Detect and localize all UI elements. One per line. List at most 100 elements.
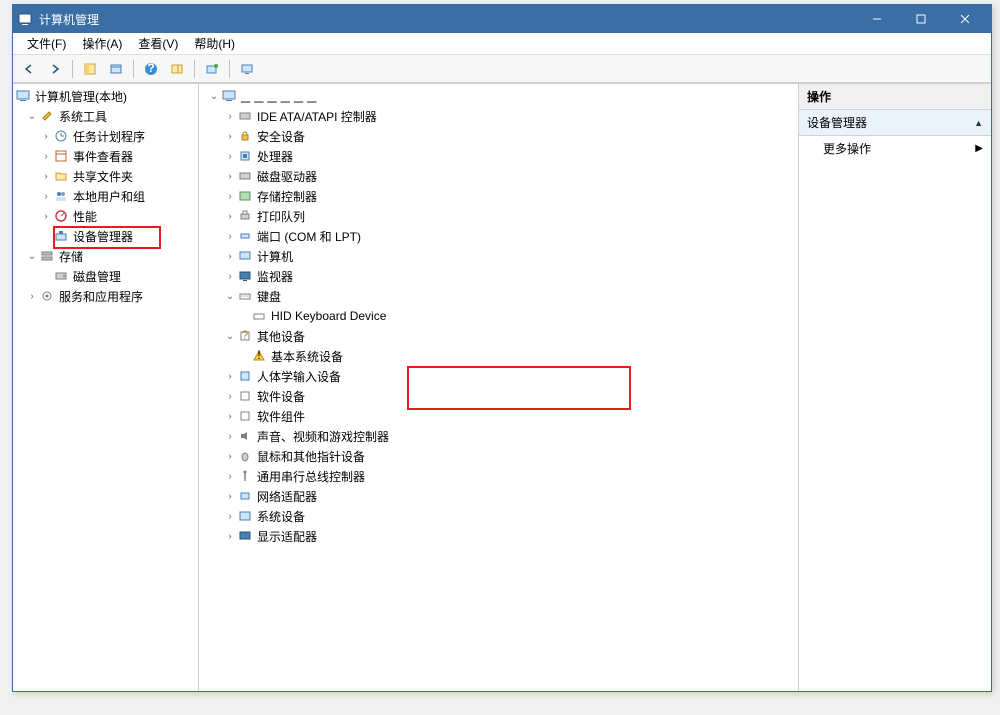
- tools-icon: [39, 108, 55, 124]
- keyboard-icon: [237, 288, 253, 304]
- tree-task-scheduler[interactable]: › 任务计划程序: [13, 126, 198, 146]
- chevron-right-icon[interactable]: ›: [223, 191, 237, 202]
- show-hide-tree-button[interactable]: [78, 58, 102, 80]
- tree-performance[interactable]: › 性能: [13, 206, 198, 226]
- dev-security[interactable]: ›安全设备: [199, 126, 798, 146]
- tree-device-manager[interactable]: · 设备管理器: [13, 226, 198, 246]
- tree-event-viewer[interactable]: › 事件查看器: [13, 146, 198, 166]
- device-root[interactable]: ⌄ ▁▁▁▁▁▁: [199, 86, 798, 106]
- close-button[interactable]: [943, 5, 987, 33]
- dev-print-queue[interactable]: ›打印队列: [199, 206, 798, 226]
- tree-label: 鼠标和其他指针设备: [257, 448, 365, 465]
- tree-local-users[interactable]: › 本地用户和组: [13, 186, 198, 206]
- dev-usb[interactable]: ›通用串行总线控制器: [199, 466, 798, 486]
- tree-storage[interactable]: ⌄ 存储: [13, 246, 198, 266]
- dev-other[interactable]: ⌄?其他设备: [199, 326, 798, 346]
- chevron-right-icon[interactable]: ›: [223, 531, 237, 542]
- tree-label: 网络适配器: [257, 488, 317, 505]
- tree-root[interactable]: 计算机管理(本地): [13, 86, 198, 106]
- dev-basic-system[interactable]: !基本系统设备: [199, 346, 798, 366]
- monitor-button[interactable]: [235, 58, 259, 80]
- chevron-down-icon[interactable]: ⌄: [223, 331, 237, 342]
- menubar: 文件(F) 操作(A) 查看(V) 帮助(H): [13, 33, 991, 55]
- chevron-right-icon[interactable]: ›: [223, 171, 237, 182]
- chevron-right-icon[interactable]: ›: [39, 131, 53, 142]
- chevron-right-icon[interactable]: ›: [223, 251, 237, 262]
- chevron-right-icon[interactable]: ›: [223, 131, 237, 142]
- maximize-button[interactable]: [899, 5, 943, 33]
- tree-label: 监视器: [257, 268, 293, 285]
- chevron-right-icon[interactable]: ›: [223, 271, 237, 282]
- folder-icon: [53, 168, 69, 184]
- dev-storage-controller[interactable]: ›存储控制器: [199, 186, 798, 206]
- chevron-right-icon[interactable]: ›: [223, 511, 237, 522]
- chevron-right-icon[interactable]: ›: [223, 491, 237, 502]
- chevron-right-icon[interactable]: ›: [25, 291, 39, 302]
- chevron-down-icon[interactable]: ⌄: [25, 251, 39, 262]
- chevron-right-icon[interactable]: ›: [39, 191, 53, 202]
- menu-help[interactable]: 帮助(H): [186, 33, 243, 55]
- help-button[interactable]: ?: [139, 58, 163, 80]
- scan-button[interactable]: [200, 58, 224, 80]
- dev-hid-keyboard[interactable]: HID Keyboard Device: [199, 306, 798, 326]
- back-button[interactable]: [17, 58, 41, 80]
- menu-view[interactable]: 查看(V): [130, 33, 186, 55]
- chevron-down-icon[interactable]: ⌄: [25, 111, 39, 122]
- dev-system[interactable]: ›系统设备: [199, 506, 798, 526]
- dev-keyboard[interactable]: ⌄键盘: [199, 286, 798, 306]
- network-icon: [237, 488, 253, 504]
- chevron-right-icon[interactable]: ›: [223, 231, 237, 242]
- chevron-right-icon[interactable]: ›: [223, 211, 237, 222]
- dev-ports[interactable]: ›端口 (COM 和 LPT): [199, 226, 798, 246]
- dev-network[interactable]: › 网络适配器: [199, 486, 798, 506]
- tree-services[interactable]: › 服务和应用程序: [13, 286, 198, 306]
- chevron-right-icon[interactable]: ›: [39, 151, 53, 162]
- body: 计算机管理(本地) ⌄ 系统工具 › 任务计划程序 › 事件查看器 › 共享文件…: [13, 83, 991, 691]
- tree-shared-folders[interactable]: › 共享文件夹: [13, 166, 198, 186]
- chevron-right-icon[interactable]: ›: [39, 211, 53, 222]
- dev-software-device[interactable]: ›软件设备: [199, 386, 798, 406]
- tree-label: 本地用户和组: [73, 188, 145, 205]
- tree-label: 磁盘管理: [73, 268, 121, 285]
- dev-monitor[interactable]: › 监视器: [199, 266, 798, 286]
- properties-button[interactable]: [104, 58, 128, 80]
- component-icon: [237, 408, 253, 424]
- dev-ide[interactable]: ›IDE ATA/ATAPI 控制器: [199, 106, 798, 126]
- tree-label: 人体学输入设备: [257, 368, 341, 385]
- mouse-icon: [237, 448, 253, 464]
- chevron-right-icon[interactable]: ›: [223, 451, 237, 462]
- actions-pane: 操作 设备管理器 ▲ 更多操作 ▶: [799, 84, 991, 691]
- actions-more[interactable]: 更多操作 ▶: [799, 136, 991, 161]
- chevron-right-icon[interactable]: ›: [223, 391, 237, 402]
- dev-mouse[interactable]: › 鼠标和其他指针设备: [199, 446, 798, 466]
- action-pane-button[interactable]: [165, 58, 189, 80]
- dev-sound[interactable]: ›声音、视频和游戏控制器: [199, 426, 798, 446]
- chevron-down-icon[interactable]: ⌄: [207, 91, 221, 102]
- printer-icon: [237, 208, 253, 224]
- menu-file[interactable]: 文件(F): [19, 33, 74, 55]
- dev-diskdrive[interactable]: ›磁盘驱动器: [199, 166, 798, 186]
- tree-disk-management[interactable]: · 磁盘管理: [13, 266, 198, 286]
- toolbar-separator: [229, 60, 230, 78]
- dev-computer[interactable]: ›计算机: [199, 246, 798, 266]
- chevron-right-icon[interactable]: ›: [39, 171, 53, 182]
- chevron-right-icon[interactable]: ›: [223, 371, 237, 382]
- actions-section-devmgr[interactable]: 设备管理器 ▲: [799, 110, 991, 136]
- dev-hid[interactable]: › 人体学输入设备: [199, 366, 798, 386]
- chevron-right-icon[interactable]: ›: [223, 431, 237, 442]
- menu-action[interactable]: 操作(A): [74, 33, 130, 55]
- dev-software-component[interactable]: ›软件组件: [199, 406, 798, 426]
- dev-display[interactable]: ›显示适配器: [199, 526, 798, 546]
- tree-system-tools[interactable]: ⌄ 系统工具: [13, 106, 198, 126]
- tree-label: HID Keyboard Device: [271, 309, 386, 323]
- usb-icon: [237, 468, 253, 484]
- chevron-down-icon[interactable]: ⌄: [223, 291, 237, 302]
- dev-cpu[interactable]: ›处理器: [199, 146, 798, 166]
- chevron-right-icon[interactable]: ›: [223, 471, 237, 482]
- chevron-right-icon[interactable]: ›: [223, 111, 237, 122]
- event-icon: [53, 148, 69, 164]
- forward-button[interactable]: [43, 58, 67, 80]
- minimize-button[interactable]: [855, 5, 899, 33]
- chevron-right-icon[interactable]: ›: [223, 151, 237, 162]
- chevron-right-icon[interactable]: ›: [223, 411, 237, 422]
